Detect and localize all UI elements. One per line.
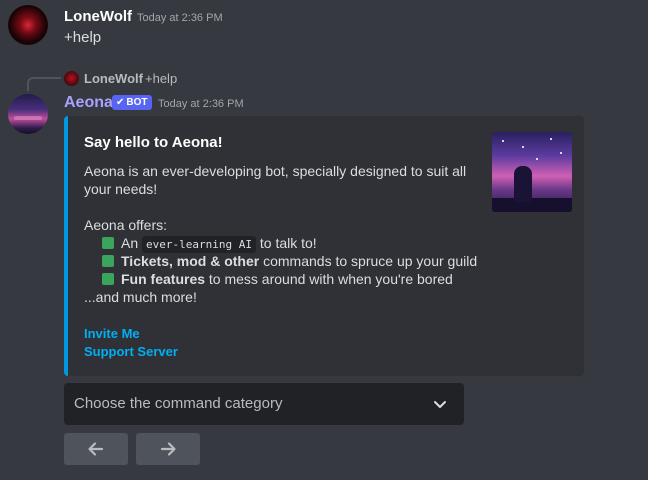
offer-suffix: to talk to!: [255, 235, 317, 251]
message-content: +help: [64, 29, 102, 46]
green-book-icon: [102, 273, 114, 285]
bot-badge-label: BOT: [126, 97, 148, 108]
reply-author[interactable]: LoneWolf: [84, 71, 143, 87]
next-page-button[interactable]: [136, 433, 200, 465]
offer-bold: Tickets, mod & other: [121, 253, 260, 269]
green-book-icon: [102, 237, 114, 249]
message-timestamp: Today at 2:36 PM: [137, 12, 223, 24]
reply-avatar[interactable]: [64, 71, 79, 86]
chat-view: LoneWolf Today at 2:36 PM +help LoneWolf…: [0, 0, 648, 480]
previous-page-button[interactable]: [64, 433, 128, 465]
offer-prefix: An: [121, 235, 143, 251]
select-placeholder: Choose the command category: [74, 395, 283, 412]
help-embed: Say hello to Aeona! Aeona is an ever-dev…: [64, 116, 584, 376]
arrow-right-icon: [160, 442, 176, 456]
command-category-select[interactable]: Choose the command category: [64, 383, 464, 425]
embed-offers-heading: Aeona offers:: [84, 217, 168, 233]
embed-title: Say hello to Aeona!: [84, 134, 223, 151]
offer-item: Fun features to mess around with when yo…: [102, 270, 453, 288]
message-author[interactable]: LoneWolf: [64, 8, 132, 26]
offer-suffix: commands to spruce up your guild: [259, 253, 478, 269]
embed-closing: ...and much more!: [84, 289, 197, 305]
bot-author[interactable]: Aeona: [64, 94, 113, 112]
support-server-link[interactable]: Support Server: [84, 343, 178, 361]
lonewolf-avatar[interactable]: [8, 5, 48, 45]
offer-item: An ever-learning AI to talk to!: [102, 234, 317, 254]
chevron-down-icon: [434, 401, 446, 408]
embed-thumbnail[interactable]: [492, 132, 572, 212]
reply-content[interactable]: +help: [145, 71, 177, 87]
reply-spine: [27, 77, 61, 91]
verified-check-icon: ✔: [116, 97, 125, 108]
offer-suffix: to mess around with when you're bored: [205, 271, 453, 287]
invite-link[interactable]: Invite Me: [84, 325, 140, 343]
embed-description: Aeona is an ever-developing bot, special…: [84, 163, 467, 197]
bot-message-timestamp: Today at 2:36 PM: [158, 98, 244, 110]
offer-item: Tickets, mod & other commands to spruce …: [102, 252, 477, 270]
bot-badge: ✔ BOT: [112, 95, 152, 110]
aeona-avatar[interactable]: [8, 94, 48, 134]
arrow-left-icon: [88, 442, 104, 456]
offer-bold: Fun features: [121, 271, 206, 287]
offer-code: ever-learning AI: [142, 236, 256, 253]
green-book-icon: [102, 255, 114, 267]
